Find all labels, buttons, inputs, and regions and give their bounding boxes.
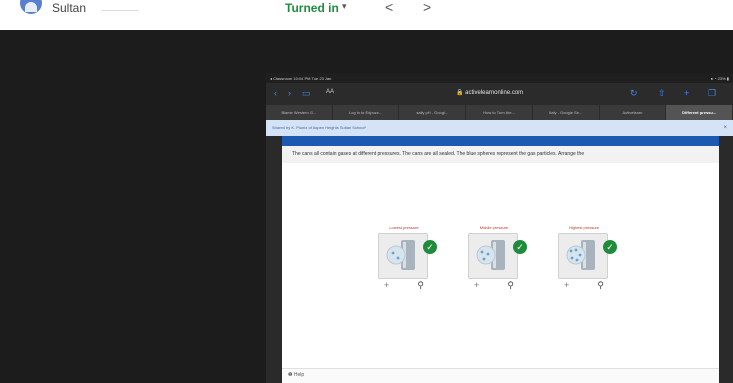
check-icon: ✓ <box>603 240 617 254</box>
card-tools: + ⚲ <box>378 279 428 293</box>
browser-tab: Italy - Google Se... <box>533 105 600 120</box>
card-label: Highest pressure <box>568 225 600 230</box>
previous-student-button[interactable]: < <box>385 0 393 15</box>
submitted-screenshot[interactable]: ◂ Classroom 10:04 PM Tue 23 Jan ● ◔ 23% … <box>266 73 733 383</box>
gas-can-icon <box>476 240 505 270</box>
new-tab-icon: + <box>684 88 690 98</box>
book-icon: ▭ <box>302 88 311 98</box>
zoom-icon[interactable]: ⚲ <box>417 280 424 291</box>
shared-banner: Shared by K. Pluntz of Aspen Heights Sul… <box>266 120 733 136</box>
dropdown-icon[interactable]: ▾ <box>342 1 347 12</box>
can-card-lowest: Lowest pressure ✓ + ⚲ <box>374 223 437 293</box>
forward-icon: › <box>288 88 291 98</box>
check-icon: ✓ <box>513 240 527 254</box>
classroom-header: Sultan Turned in ▾ < > <box>0 0 733 30</box>
browser-tab-active: Different pressu... <box>666 105 733 120</box>
next-student-button[interactable]: > <box>423 0 431 15</box>
card-label: Lowest pressure <box>389 225 419 230</box>
can-image: ✓ <box>378 233 437 279</box>
ios-status-bar: ◂ Classroom 10:04 PM Tue 23 Jan ● ◔ 23% … <box>266 73 733 83</box>
activity-area: Lowest pressure ✓ + ⚲ Middle pressure ✓ … <box>282 163 719 368</box>
reload-icon: ↻ <box>630 88 638 98</box>
activity-prompt: The cans all contain gases at different … <box>282 146 719 163</box>
can-image: ✓ <box>468 233 527 279</box>
browser-tab: Blame Western G... <box>266 105 333 120</box>
move-icon[interactable]: + <box>564 280 569 290</box>
address-bar: 🔒 activelearnonline.com <box>456 90 524 96</box>
zoom-icon[interactable]: ⚲ <box>597 280 604 291</box>
back-icon: ‹ <box>274 88 277 98</box>
browser-tab: How to Turn the... <box>466 105 533 120</box>
zoom-icon[interactable]: ⚲ <box>507 280 514 291</box>
can-image: ✓ <box>558 233 617 279</box>
avatar <box>20 0 42 14</box>
card-tools: + ⚲ <box>558 279 608 293</box>
check-icon: ✓ <box>423 240 437 254</box>
move-icon[interactable]: + <box>474 280 479 290</box>
close-icon: × <box>723 125 727 131</box>
status-right: ● ◔ 23% ▮ <box>710 76 729 81</box>
move-icon[interactable]: + <box>384 280 389 290</box>
status-turned-in: Turned in <box>285 1 339 15</box>
card-label: Middle pressure <box>479 225 509 230</box>
share-icon: ⇧ <box>658 88 666 98</box>
activity-footer: ❷ Help <box>282 368 719 383</box>
help-button[interactable]: ❷ Help <box>288 372 304 378</box>
student-name: Sultan <box>52 1 87 15</box>
can-card-highest: Highest pressure ✓ + ⚲ <box>554 223 617 293</box>
gas-can-icon <box>386 240 415 270</box>
browser-tab: Activelearn <box>600 105 667 120</box>
status-left: ◂ Classroom 10:04 PM Tue 23 Jan <box>270 76 332 81</box>
can-card-middle: Middle pressure ✓ + ⚲ <box>464 223 527 293</box>
card-tools: + ⚲ <box>468 279 518 293</box>
browser-tab: sally pH - Googl... <box>399 105 467 120</box>
safari-toolbar: ‹ › ▭ AA 🔒 activelearnonline.com ↻ ⇧ + ❐ <box>266 83 733 105</box>
divider <box>102 10 138 11</box>
activity-header-bar <box>282 136 719 146</box>
activity-page: The cans all contain gases at different … <box>282 136 719 383</box>
gas-can-icon <box>566 240 595 270</box>
reader-aa-icon: AA <box>326 89 335 95</box>
browser-tab: Log in to Edpuzz... <box>333 105 400 120</box>
shared-text: Shared by K. Pluntz of Aspen Heights Sul… <box>272 125 367 130</box>
tabs-icon: ❐ <box>708 88 717 98</box>
safari-tab-bar: Blame Western G... Log in to Edpuzz... s… <box>266 105 733 120</box>
